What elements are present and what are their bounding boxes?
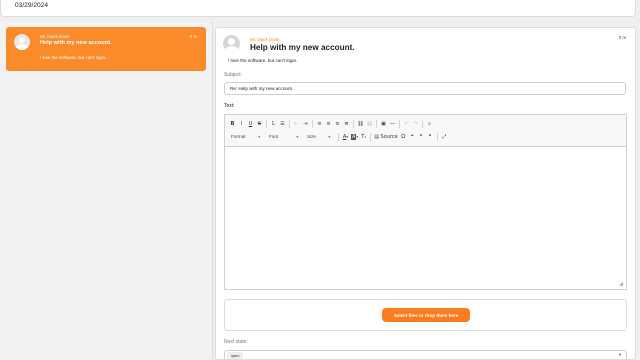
next-state-label: Next state:: [224, 339, 248, 345]
editor-content-area[interactable]: [225, 148, 626, 289]
unlink-icon[interactable]: ⛓: [365, 119, 374, 129]
bold-icon[interactable]: B: [228, 119, 237, 129]
avatar: [223, 35, 240, 52]
link-icon[interactable]: ⛓: [356, 119, 365, 129]
redo-icon[interactable]: ↷: [411, 119, 420, 129]
state-tag: open: [227, 352, 244, 359]
maximize-icon[interactable]: ⤢: [440, 132, 449, 142]
format-dropdown[interactable]: Format ▼: [228, 132, 264, 141]
strikethrough-icon[interactable]: S: [255, 119, 264, 129]
ticket-detail-pane: Mr. blank blank Help with my new account…: [215, 27, 636, 360]
quote-icon[interactable]: ❞: [417, 132, 426, 142]
text-color-icon[interactable]: A ▾: [341, 132, 350, 142]
image-icon[interactable]: ▣: [379, 119, 388, 129]
ticket-list-item[interactable]: Mr. blank blank Help with my new account…: [6, 27, 206, 71]
code-icon[interactable]: ❞: [426, 132, 435, 142]
date-display: 03/29/2024: [15, 2, 49, 9]
file-dropzone[interactable]: Select files or drop them here: [224, 299, 627, 331]
ticket-author: Mr. blank blank: [40, 34, 70, 39]
italic-icon[interactable]: I: [237, 119, 246, 129]
avatar: [14, 34, 30, 50]
justify-icon[interactable]: ≣: [342, 119, 351, 129]
top-bar: 03/29/2024: [0, 0, 636, 17]
ticket-list-pane: Mr. blank blank Help with my new account…: [0, 22, 213, 360]
undo-icon[interactable]: ↶: [402, 119, 411, 129]
select-files-button[interactable]: Select files or drop them here: [382, 308, 470, 322]
font-dropdown[interactable]: Font ▼: [266, 132, 302, 141]
ticket-snippet: I love the software, but can't login...: [40, 55, 109, 60]
message-body: I love the software, but can't login.: [228, 58, 298, 63]
ticket-subject: Help with my new account.: [40, 40, 112, 46]
chevron-down-icon: ▼: [618, 352, 622, 357]
numbered-list-icon[interactable]: ⒈: [269, 119, 278, 129]
ticket-age: 0 m: [189, 34, 197, 39]
subject-label: Subject:: [224, 72, 243, 78]
align-center-icon[interactable]: ≡: [324, 119, 333, 129]
bulleted-list-icon[interactable]: ☰: [278, 119, 287, 129]
blockquote-icon[interactable]: ❝: [408, 132, 417, 142]
reply-subject-input[interactable]: [224, 82, 626, 95]
text-label: Text:: [224, 103, 235, 109]
special-char-icon[interactable]: Ω: [399, 132, 408, 142]
message-subject: Help with my new account.: [250, 43, 355, 52]
size-dropdown[interactable]: Size ▼: [304, 132, 334, 141]
horizontal-line-icon[interactable]: ―: [388, 119, 397, 129]
align-right-icon[interactable]: ≡: [333, 119, 342, 129]
message-author[interactable]: Mr. blank blank: [250, 37, 280, 42]
indent-icon[interactable]: ⇥: [301, 119, 310, 129]
outdent-icon[interactable]: ⇤: [292, 119, 301, 129]
rich-text-editor: B I U S ⒈ ☰ ⇤ ⇥ ≡ ≡ ≡ ≣ ⛓ ⛓ ▣ ― ↶ ↷ ⌕ Fo…: [224, 114, 627, 290]
remove-format-icon[interactable]: Tₓ: [359, 132, 368, 142]
underline-icon[interactable]: U: [246, 119, 255, 129]
editor-toolbar: B I U S ⒈ ☰ ⇤ ⇥ ≡ ≡ ≡ ≣ ⛓ ⛓ ▣ ― ↶ ↷ ⌕ Fo…: [225, 115, 626, 147]
source-icon[interactable]: ▤ Source: [373, 132, 399, 142]
resize-handle-icon[interactable]: ◢: [619, 281, 623, 287]
background-color-icon[interactable]: A ▾: [350, 132, 359, 142]
align-left-icon[interactable]: ≡: [315, 119, 324, 129]
next-state-select[interactable]: open ▼: [224, 350, 627, 359]
find-icon[interactable]: ⌕: [425, 119, 434, 129]
message-age: 0 m: [618, 35, 626, 40]
